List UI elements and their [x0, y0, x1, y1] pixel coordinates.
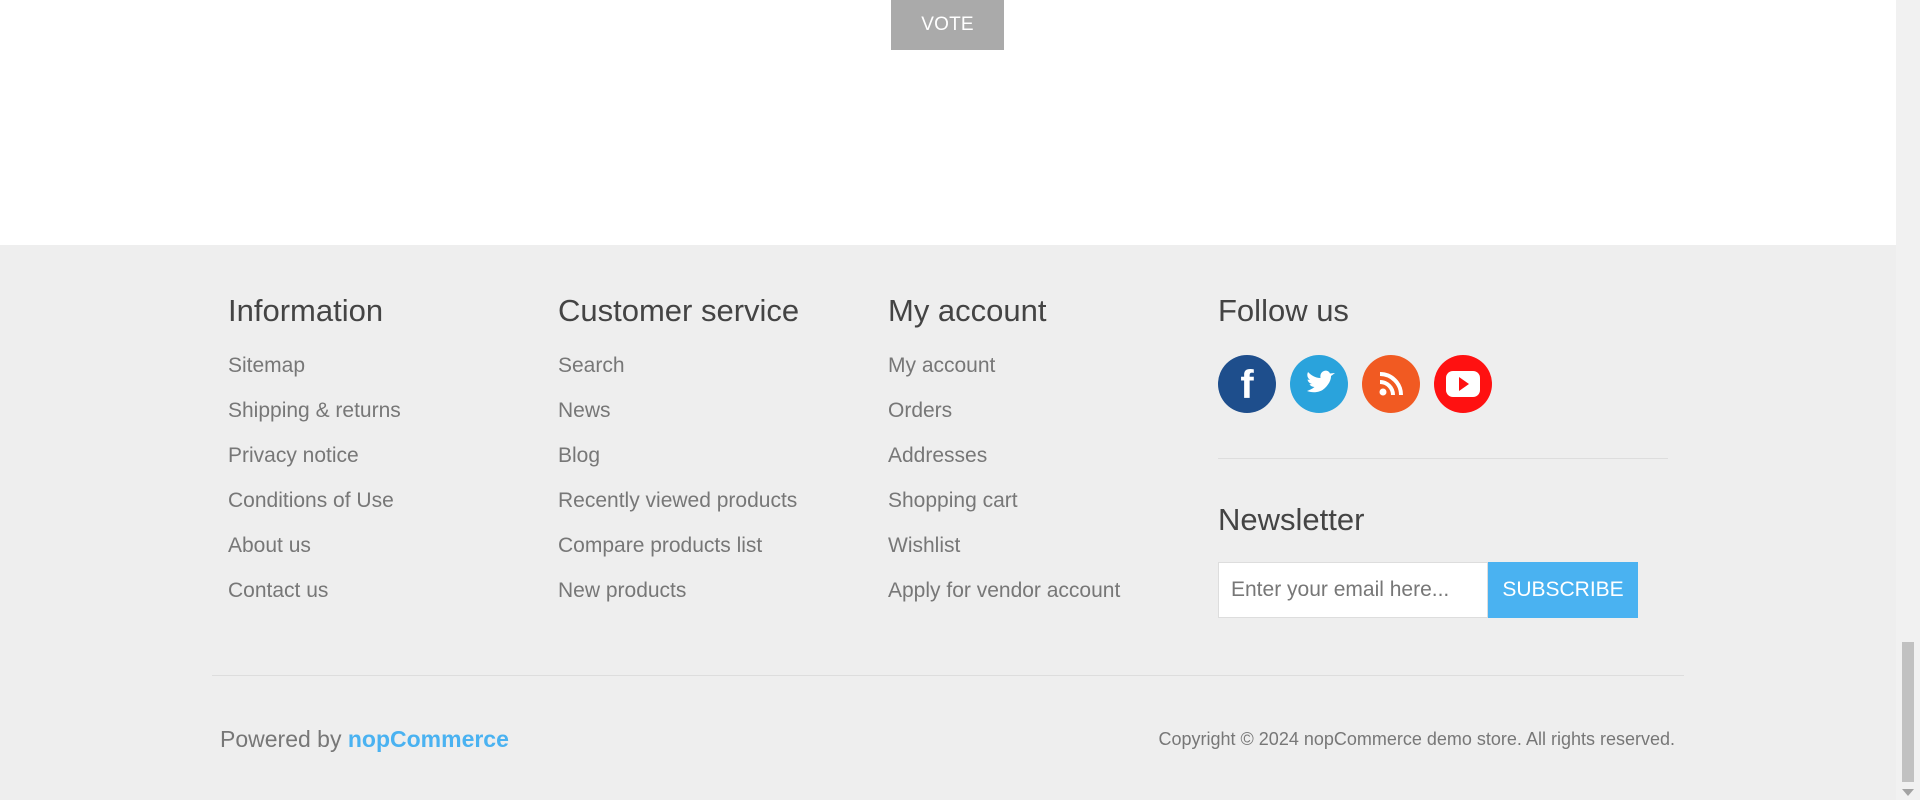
- link-orders[interactable]: Orders: [888, 400, 1120, 445]
- social-links: f: [1218, 355, 1668, 413]
- link-news[interactable]: News: [558, 400, 799, 445]
- follow-divider: [1218, 458, 1668, 459]
- link-my-account[interactable]: My account: [888, 355, 1120, 400]
- copyright-text: Copyright © 2024 nopCommerce demo store.…: [1158, 729, 1676, 749]
- link-search[interactable]: Search: [558, 355, 799, 400]
- link-new-products[interactable]: New products: [558, 580, 799, 625]
- footer-column-follow-us: Follow us f Newsletter Enter your email …: [1218, 295, 1668, 618]
- rss-icon[interactable]: [1362, 355, 1420, 413]
- newsletter-form: SUBSCRIBE: [1218, 562, 1668, 618]
- twitter-icon[interactable]: [1290, 355, 1348, 413]
- customer-service-title: Customer service: [558, 293, 800, 328]
- follow-us-title: Follow us: [1218, 293, 1349, 328]
- link-addresses[interactable]: Addresses: [888, 445, 1120, 490]
- svg-text:f: f: [1240, 363, 1254, 407]
- scroll-down-arrow-icon[interactable]: [1902, 789, 1914, 796]
- link-wishlist[interactable]: Wishlist: [888, 535, 1120, 580]
- subscribe-button[interactable]: SUBSCRIBE: [1488, 562, 1638, 618]
- page: VOTE Information Sitemap Shipping & retu…: [0, 0, 1896, 800]
- footer-column-information: Information Sitemap Shipping & returns P…: [228, 295, 401, 625]
- link-apply-vendor[interactable]: Apply for vendor account: [888, 580, 1120, 625]
- footer: Information Sitemap Shipping & returns P…: [0, 245, 1896, 800]
- scrollbar-thumb[interactable]: [1902, 642, 1914, 782]
- powered-by-prefix: Powered by: [220, 726, 342, 752]
- link-about-us[interactable]: About us: [228, 535, 401, 580]
- link-conditions-of-use[interactable]: Conditions of Use: [228, 490, 401, 535]
- link-blog[interactable]: Blog: [558, 445, 799, 490]
- nopcommerce-link[interactable]: nopCommerce: [348, 726, 509, 752]
- link-contact-us[interactable]: Contact us: [228, 580, 401, 625]
- my-account-list: My account Orders Addresses Shopping car…: [888, 355, 1120, 625]
- link-recently-viewed[interactable]: Recently viewed products: [558, 490, 799, 535]
- information-title: Information: [228, 293, 384, 328]
- customer-service-list: Search News Blog Recently viewed product…: [558, 355, 799, 625]
- facebook-icon[interactable]: f: [1218, 355, 1276, 413]
- footer-column-my-account: My account My account Orders Addresses S…: [888, 295, 1120, 625]
- footer-divider: [212, 675, 1684, 676]
- newsletter-title: Newsletter: [1218, 502, 1365, 537]
- link-compare-products[interactable]: Compare products list: [558, 535, 799, 580]
- link-sitemap[interactable]: Sitemap: [228, 355, 401, 400]
- link-shipping-returns[interactable]: Shipping & returns: [228, 400, 401, 445]
- vote-button[interactable]: VOTE: [891, 0, 1004, 50]
- link-privacy-notice[interactable]: Privacy notice: [228, 445, 401, 490]
- powered-by: Powered by nopCommerce: [220, 726, 509, 753]
- vertical-scrollbar[interactable]: [1896, 0, 1920, 800]
- youtube-icon[interactable]: [1434, 355, 1492, 413]
- newsletter-email-input[interactable]: [1218, 562, 1488, 618]
- footer-column-customer-service: Customer service Search News Blog Recent…: [558, 295, 799, 625]
- link-shopping-cart[interactable]: Shopping cart: [888, 490, 1120, 535]
- poll-area: VOTE: [0, 0, 1896, 245]
- my-account-title: My account: [888, 293, 1047, 328]
- information-list: Sitemap Shipping & returns Privacy notic…: [228, 355, 401, 625]
